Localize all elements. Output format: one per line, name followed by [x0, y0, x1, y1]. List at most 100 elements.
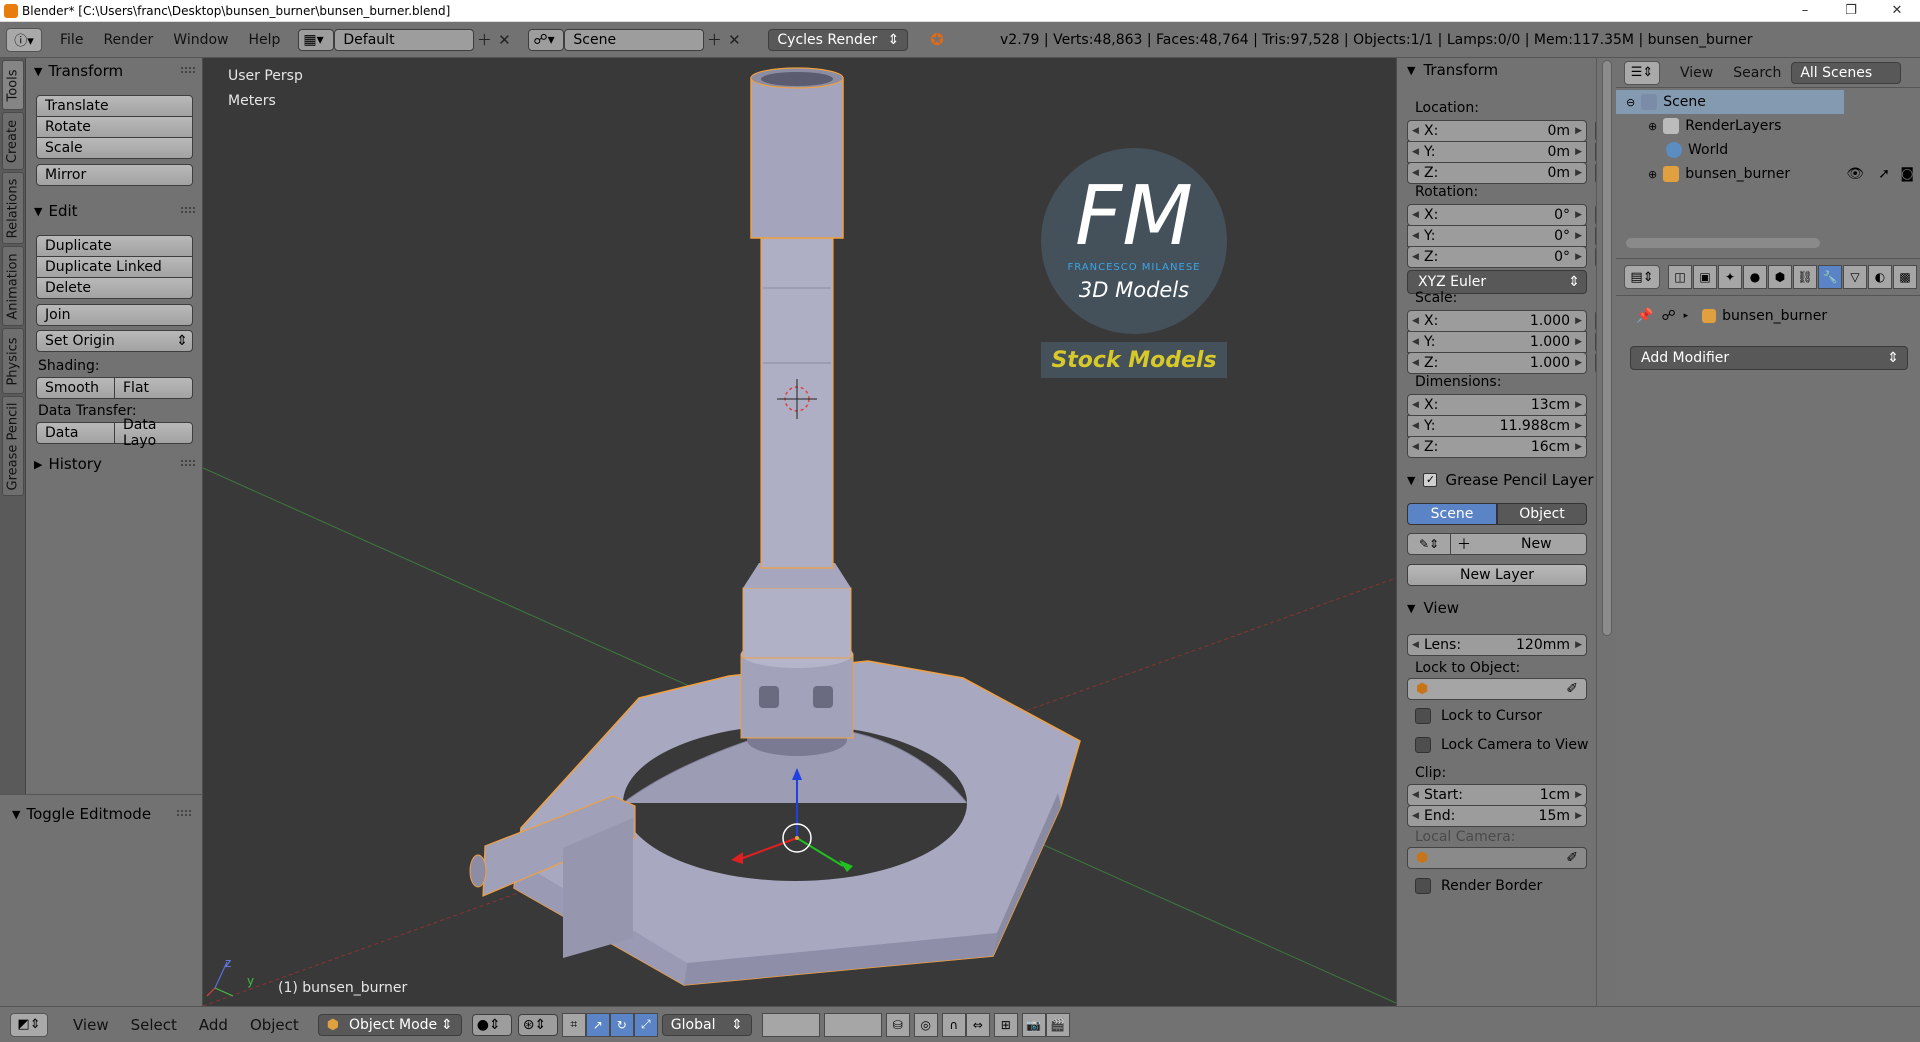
viewport-menu-add[interactable]: Add	[188, 1016, 239, 1034]
duplicate-button[interactable]: Duplicate	[36, 235, 193, 257]
dimension-y-field[interactable]: ◀ Y: 11.988cm ▶	[1407, 415, 1587, 437]
set-origin-dropdown[interactable]: Set Origin ⇕	[36, 330, 193, 352]
outliner-item-renderlayers[interactable]: ⊕ RenderLayers	[1616, 114, 1920, 138]
clip-end-field[interactable]: ◀ End: 15m ▶	[1407, 805, 1587, 827]
data-tab-icon[interactable]: ▽	[1843, 265, 1867, 289]
mirror-button[interactable]: Mirror	[36, 164, 193, 186]
snap-magnet-icon[interactable]: ∩	[941, 1012, 966, 1037]
constraints-tab-icon[interactable]: ⛓	[1793, 265, 1817, 289]
outliner-hscroll[interactable]	[1626, 238, 1820, 248]
eyedropper-icon[interactable]: ✐	[1566, 850, 1578, 866]
menu-file[interactable]: File	[50, 32, 93, 48]
pencil-icon[interactable]: ✎⇕	[1407, 533, 1451, 555]
pivot-point-dropdown[interactable]: ⊛⇕	[517, 1013, 558, 1036]
grease-pencil-new-button[interactable]: ＋ New	[1450, 533, 1587, 555]
outliner-display-mode-dropdown[interactable]: All Scenes	[1791, 61, 1902, 84]
outliner-item-world[interactable]: World	[1616, 138, 1920, 162]
eye-icon[interactable]: 👁	[1846, 166, 1864, 182]
expand-toggle-icon[interactable]: ⊖	[1626, 96, 1635, 109]
render-tab-icon[interactable]: ◫	[1668, 265, 1692, 289]
scale-manipulator-icon[interactable]: ⤢	[633, 1012, 658, 1037]
dimension-x-field[interactable]: ◀ X: 13cm ▶	[1407, 394, 1587, 416]
expand-toggle-icon[interactable]: ⊕	[1648, 120, 1657, 133]
opengl-animation-icon[interactable]: 🎬	[1045, 1012, 1070, 1037]
remove-scene-button[interactable]: ✕	[724, 29, 744, 51]
scene-tab-icon[interactable]: ✦	[1718, 265, 1742, 289]
texture-tab-icon[interactable]: ▩	[1893, 265, 1917, 289]
grease-pencil-scene-tab[interactable]: Scene	[1407, 503, 1497, 525]
object-tab-icon[interactable]: ⬢	[1768, 265, 1792, 289]
translate-manipulator-icon[interactable]: ↗	[585, 1012, 610, 1037]
interaction-mode-dropdown[interactable]: ⬢ Object Mode ⇕	[317, 1013, 462, 1036]
grease-pencil-props-header[interactable]: ▼ ✓ Grease Pencil Layer	[1397, 468, 1597, 492]
join-button[interactable]: Join	[36, 304, 193, 326]
cursor-select-icon[interactable]: ➚	[1878, 166, 1890, 182]
3d-viewport[interactable]: User Persp Meters (1) bunsen_burner z y …	[203, 58, 1396, 1006]
tab-physics[interactable]: Physics	[2, 328, 24, 394]
restore-button[interactable]: ❐	[1828, 0, 1874, 22]
drag-grip-icon[interactable]	[181, 207, 195, 213]
scene-layers-grid-1[interactable]	[761, 1012, 820, 1037]
tab-relations[interactable]: Relations	[2, 172, 24, 244]
tab-animation[interactable]: Animation	[2, 246, 24, 326]
location-z-field[interactable]: ◀ Z: 0m ▶	[1407, 162, 1587, 184]
data-layout-button[interactable]: Data Layo	[114, 417, 193, 449]
editor-type-info-button[interactable]: ⓘ▾	[6, 27, 42, 52]
add-scene-button[interactable]: ＋	[704, 29, 724, 51]
scrollbar-thumb[interactable]	[1602, 60, 1612, 636]
lock-camera-checkbox[interactable]	[1415, 737, 1431, 753]
scale-y-field[interactable]: ◀ Y: 1.000 ▶	[1407, 331, 1587, 353]
pin-icon[interactable]: 📌	[1636, 308, 1653, 324]
tab-grease-pencil[interactable]: Grease Pencil	[2, 396, 24, 496]
renderlayer-tab-icon[interactable]: ▣	[1693, 265, 1717, 289]
lock-to-cursor-checkbox[interactable]	[1415, 708, 1431, 724]
add-modifier-dropdown[interactable]: Add Modifier ⇕	[1630, 346, 1908, 370]
scale-button[interactable]: Scale	[36, 137, 193, 159]
translate-button[interactable]: Translate	[36, 95, 193, 117]
new-layer-button[interactable]: New Layer	[1407, 564, 1587, 586]
transform-panel-header[interactable]: ▼ Transform	[26, 58, 203, 84]
location-x-field[interactable]: ◀ X: 0m ▶	[1407, 120, 1587, 142]
tab-tools[interactable]: Tools	[2, 60, 24, 110]
rotation-z-field[interactable]: ◀ Z: 0° ▶	[1407, 246, 1587, 268]
viewport-shading-dropdown[interactable]: ●⇕	[471, 1013, 512, 1036]
lens-field[interactable]: ◀ Lens: 120mm ▶	[1407, 634, 1587, 656]
screen-layout-selector[interactable]: ▦▾	[298, 28, 335, 51]
dimension-z-field[interactable]: ◀ Z: 16cm ▶	[1407, 436, 1587, 458]
viewport-menu-view[interactable]: View	[62, 1016, 120, 1034]
clip-start-field[interactable]: ◀ Start: 1cm ▶	[1407, 784, 1587, 806]
outliner-menu-view[interactable]: View	[1670, 65, 1723, 81]
menu-render[interactable]: Render	[93, 32, 163, 48]
proportional-edit-icon[interactable]: ◎	[913, 1012, 938, 1037]
close-button[interactable]: ✕	[1874, 0, 1920, 22]
opengl-render-icon[interactable]: 📷	[1021, 1012, 1046, 1037]
rotation-x-field[interactable]: ◀ X: 0° ▶	[1407, 204, 1587, 226]
data-transfer-button[interactable]: Data	[36, 422, 115, 444]
remove-screen-button[interactable]: ✕	[494, 29, 514, 51]
manipulator-toggle-icon[interactable]: ⌗	[561, 1012, 586, 1037]
snap-element-icon[interactable]: ⇔	[965, 1012, 990, 1037]
grease-pencil-enabled-checkbox[interactable]: ✓	[1423, 473, 1438, 487]
view-props-header[interactable]: ▼ View	[1397, 596, 1597, 620]
transform-orientation-dropdown[interactable]: Global ⇕	[661, 1013, 752, 1036]
render-engine-dropdown[interactable]: Cycles Render ⇕	[768, 28, 909, 51]
render-border-checkbox[interactable]	[1415, 878, 1431, 894]
properties-scrollbar[interactable]	[1596, 58, 1616, 1006]
drag-grip-icon[interactable]	[181, 67, 195, 73]
grease-pencil-object-tab[interactable]: Object	[1497, 503, 1587, 525]
eyedropper-icon[interactable]: ✐	[1566, 681, 1578, 697]
screen-layout-field[interactable]: Default	[334, 28, 475, 51]
layer-lock-icon[interactable]: ⛁	[885, 1012, 910, 1037]
minimize-button[interactable]: –	[1782, 0, 1828, 22]
drag-grip-icon[interactable]	[177, 810, 191, 816]
bunsen-burner-model[interactable]	[469, 67, 1081, 986]
scale-x-field[interactable]: ◀ X: 1.000 ▶	[1407, 310, 1587, 332]
flat-button[interactable]: Flat	[114, 377, 193, 399]
rotate-button[interactable]: Rotate	[36, 116, 193, 138]
outliner-item-scene[interactable]: ⊖ Scene	[1616, 90, 1844, 114]
viewport-editor-type-button[interactable]: ◩⇕	[10, 1012, 48, 1037]
menu-window[interactable]: Window	[163, 32, 238, 48]
outliner-menu-search[interactable]: Search	[1723, 65, 1791, 81]
scene-layers-grid-2[interactable]	[823, 1012, 882, 1037]
scene-selector[interactable]: ☍▾	[528, 28, 565, 51]
